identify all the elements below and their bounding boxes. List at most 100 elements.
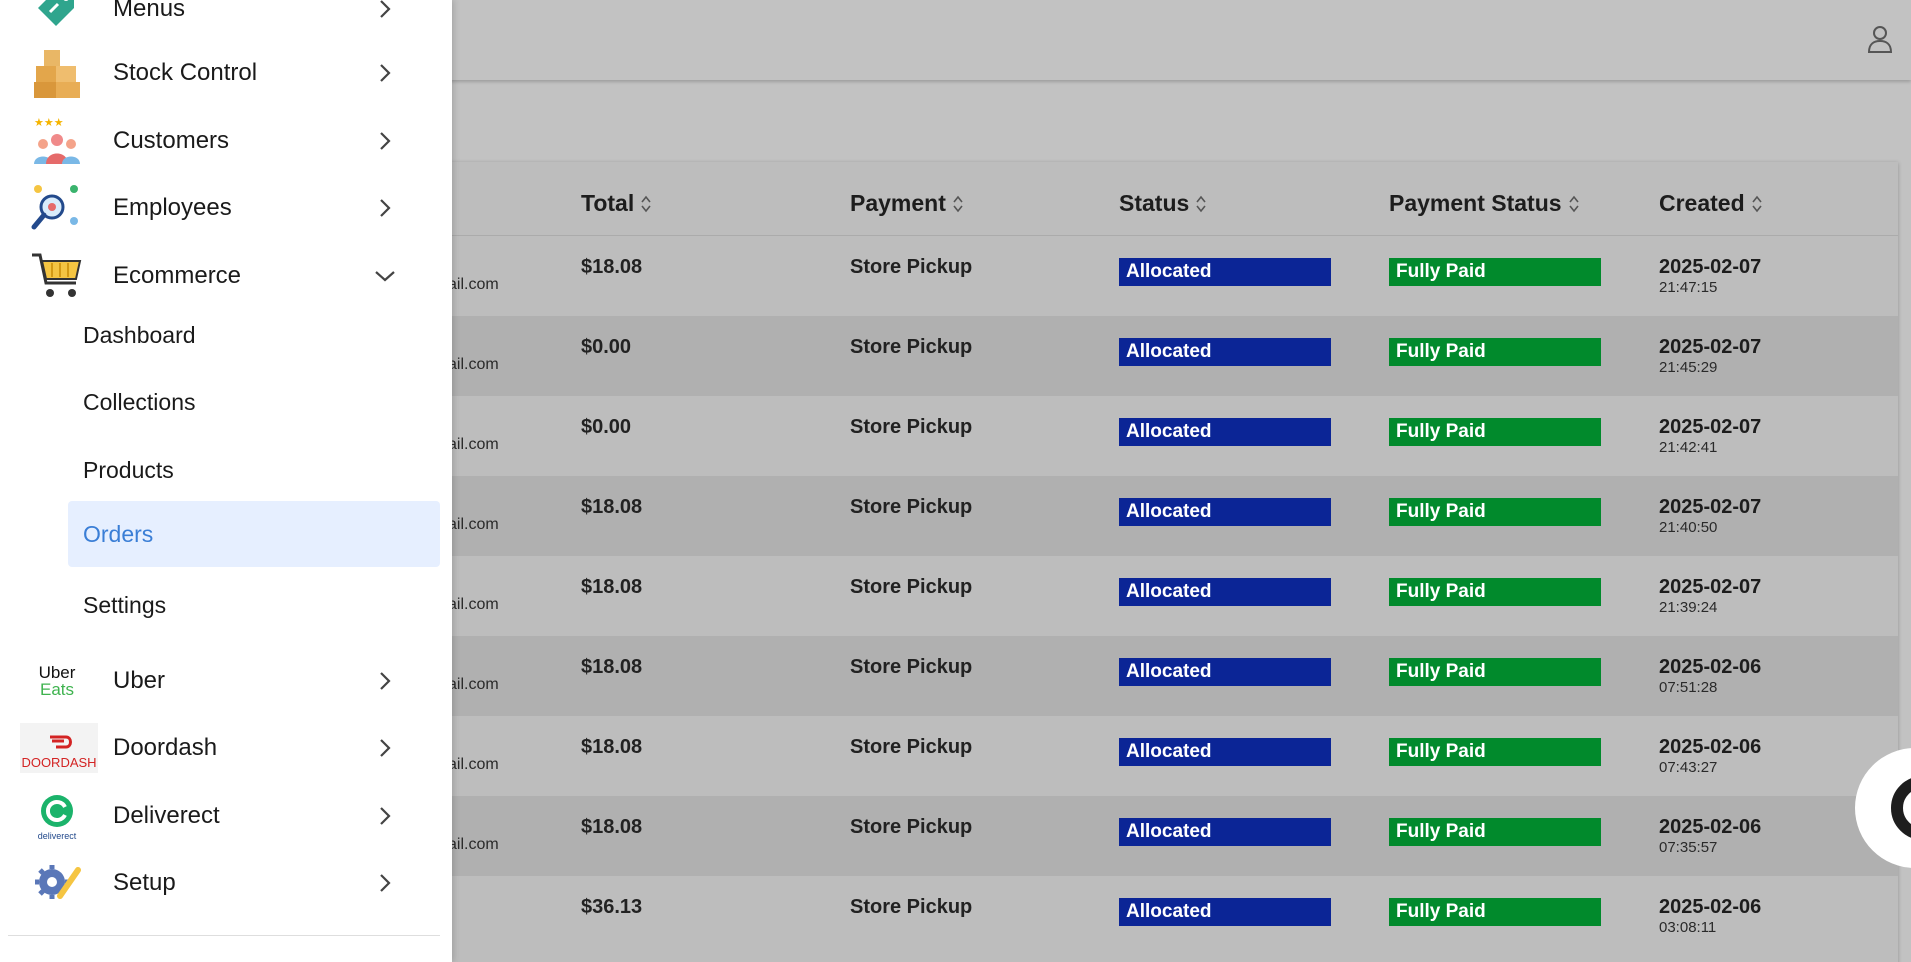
- payment-status-badge: Fully Paid: [1389, 498, 1601, 526]
- tag-link-icon: [30, 0, 84, 36]
- chevron-right-icon: [370, 733, 400, 763]
- status-badge: Allocated: [1119, 818, 1331, 846]
- table-row[interactable]: ail.com $18.08 Store Pickup Allocated Fu…: [300, 236, 1898, 316]
- chevron-right-icon: [370, 868, 400, 898]
- payment-method: Store Pickup: [850, 496, 973, 518]
- status-badge: Allocated: [1119, 418, 1331, 446]
- payment-status-badge: Fully Paid: [1389, 578, 1601, 606]
- customer-email: ail.com: [448, 596, 499, 613]
- sort-icon: [1568, 194, 1579, 214]
- table-row[interactable]: ail.com $0.00 Store Pickup Allocated Ful…: [300, 316, 1898, 396]
- table-header: Total Payment Status Payment Status Crea…: [300, 162, 1898, 236]
- created-date: 2025-02-06: [1659, 656, 1762, 678]
- sidebar-item-deliverect[interactable]: deliverect Deliverect: [0, 785, 452, 847]
- status-badge: Allocated: [1119, 898, 1331, 926]
- payment-method: Store Pickup: [850, 736, 973, 758]
- column-header-created[interactable]: Created: [1659, 190, 1762, 217]
- sidebar-item-employees[interactable]: Employees: [0, 177, 452, 239]
- payment-status-badge: Fully Paid: [1389, 738, 1601, 766]
- payment-status-badge: Fully Paid: [1389, 338, 1601, 366]
- sidebar-subitem-label: Settings: [83, 591, 167, 618]
- created-time: 07:43:27: [1659, 759, 1718, 776]
- employees-search-icon: [30, 181, 84, 235]
- sidebar-item-stock-control[interactable]: Stock Control: [0, 42, 452, 104]
- created-time: 21:45:29: [1659, 359, 1718, 376]
- column-header-label: Payment Status: [1389, 190, 1562, 216]
- column-header-status[interactable]: Status: [1119, 190, 1206, 217]
- user-account-button[interactable]: [1861, 20, 1899, 58]
- order-total: $36.13: [581, 896, 643, 918]
- table-row[interactable]: ail.com $18.08 Store Pickup Allocated Fu…: [300, 476, 1898, 556]
- customer-email: ail.com: [448, 276, 499, 293]
- boxes-icon: [30, 46, 84, 100]
- status-badge: Allocated: [1119, 498, 1331, 526]
- table-row[interactable]: ail.com $18.08 Store Pickup Allocated Fu…: [300, 796, 1898, 876]
- sidebar-item-setup[interactable]: Setup: [0, 852, 452, 914]
- column-header-label: Created: [1659, 190, 1745, 216]
- chevron-right-icon: [370, 801, 400, 831]
- person-outline-icon: [1867, 26, 1893, 53]
- sidebar-item-label: Deliverect: [113, 802, 220, 829]
- chevron-right-icon: [370, 126, 400, 156]
- sidebar-subitem-dashboard[interactable]: Dashboard: [68, 302, 440, 368]
- payment-status-badge: Fully Paid: [1389, 418, 1601, 446]
- table-row[interactable]: ail.com $18.08 Store Pickup Allocated Fu…: [300, 636, 1898, 716]
- status-badge: Allocated: [1119, 738, 1331, 766]
- sidebar-drawer: Menus Stock Control ★★★ Customers Employ…: [0, 0, 452, 962]
- sidebar-item-uber[interactable]: Uber Eats Uber: [0, 650, 452, 712]
- column-header-payment-status[interactable]: Payment Status: [1389, 190, 1579, 217]
- sidebar-subitem-products[interactable]: Products: [68, 437, 440, 503]
- deliverect-logo: deliverect: [30, 789, 84, 843]
- order-total: $18.08: [581, 256, 643, 278]
- payment-status-badge: Fully Paid: [1389, 658, 1601, 686]
- order-total: $18.08: [581, 656, 643, 678]
- table-row[interactable]: ail.com $18.08 Store Pickup Allocated Fu…: [300, 716, 1898, 796]
- order-total: $0.00: [581, 416, 632, 438]
- created-time: 21:47:15: [1659, 279, 1718, 296]
- status-badge: Allocated: [1119, 258, 1331, 286]
- sidebar-subitem-settings[interactable]: Settings: [68, 572, 440, 638]
- payment-method: Store Pickup: [850, 256, 973, 278]
- sidebar-item-customers[interactable]: ★★★ Customers: [0, 110, 452, 172]
- sidebar-subitem-orders[interactable]: Orders: [68, 501, 440, 567]
- payment-method: Store Pickup: [850, 656, 973, 678]
- status-badge: Allocated: [1119, 578, 1331, 606]
- sidebar-item-ecommerce[interactable]: Ecommerce: [0, 245, 452, 307]
- order-total: $18.08: [581, 816, 643, 838]
- svg-text:★★★: ★★★: [34, 116, 64, 129]
- sidebar-item-menus[interactable]: Menus: [0, 0, 452, 40]
- column-header-total[interactable]: Total: [581, 190, 651, 217]
- status-badge: Allocated: [1119, 658, 1331, 686]
- created-time: 07:51:28: [1659, 679, 1718, 696]
- table-row[interactable]: ail.com $0.00 Store Pickup Allocated Ful…: [300, 396, 1898, 476]
- gear-wrench-icon: [30, 856, 84, 910]
- sidebar-item-doordash[interactable]: DOORDASH Doordash: [0, 717, 452, 779]
- shopping-cart-icon: [30, 249, 84, 303]
- orders-table-card: Total Payment Status Payment Status Crea…: [300, 162, 1898, 962]
- sort-icon: [1752, 194, 1762, 214]
- sidebar-item-label: Menus: [113, 0, 186, 22]
- column-header-payment[interactable]: Payment: [850, 190, 963, 217]
- table-row[interactable]: ail.com $18.08 Store Pickup Allocated Fu…: [300, 556, 1898, 636]
- created-date: 2025-02-07: [1659, 336, 1762, 358]
- order-total: $0.00: [581, 336, 632, 358]
- created-date: 2025-02-06: [1659, 736, 1762, 758]
- created-time: 21:40:50: [1659, 519, 1718, 536]
- payment-status-badge: Fully Paid: [1389, 898, 1601, 926]
- uber-eats-logo: Uber Eats: [30, 654, 84, 708]
- sidebar-item-label: Stock Control: [113, 59, 258, 86]
- chevron-right-icon: [370, 0, 400, 24]
- sort-icon: [641, 194, 651, 214]
- sidebar-subitem-collections[interactable]: Collections: [68, 369, 440, 435]
- order-total: $18.08: [581, 736, 643, 758]
- chevron-right-icon: [370, 193, 400, 223]
- sidebar-subitem-label: Orders: [83, 520, 154, 547]
- payment-method: Store Pickup: [850, 816, 973, 838]
- created-time: 21:42:41: [1659, 439, 1718, 456]
- payment-method: Store Pickup: [850, 576, 973, 598]
- sidebar-subitem-label: Collections: [83, 388, 196, 415]
- sidebar-subitem-label: Products: [83, 456, 174, 483]
- customer-email: ail.com: [448, 676, 499, 693]
- table-row[interactable]: $36.13 Store Pickup Allocated Fully Paid…: [300, 876, 1898, 956]
- status-badge: Allocated: [1119, 338, 1331, 366]
